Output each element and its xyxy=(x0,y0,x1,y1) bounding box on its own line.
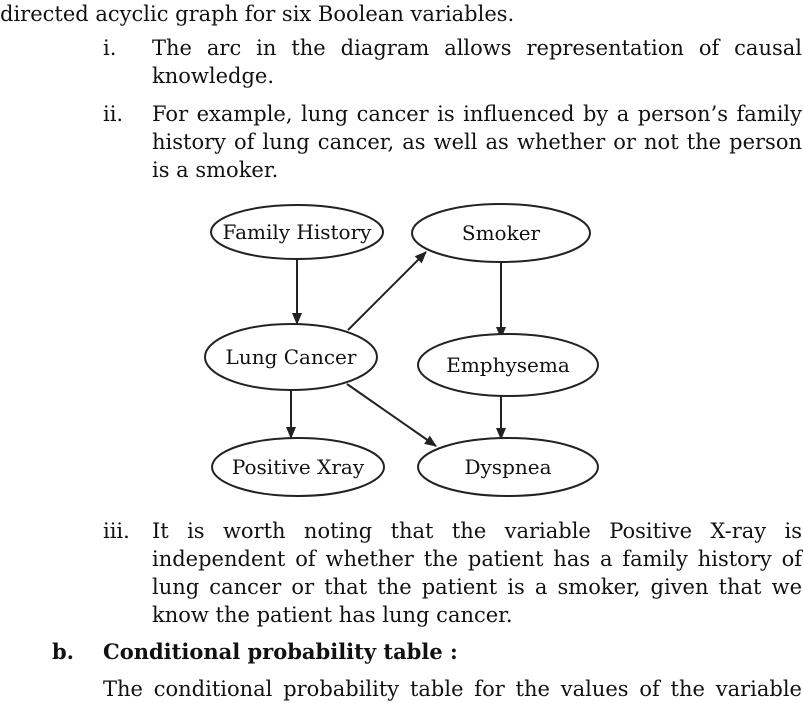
node-emphysema-label: Emphysema xyxy=(446,353,570,377)
node-family-history-label: Family History xyxy=(223,220,373,244)
item-iii-number: iii. xyxy=(103,519,130,543)
edge-lungcancer-smoker xyxy=(347,251,427,331)
node-family-history: Family History xyxy=(210,204,384,260)
section-b-label: b. xyxy=(52,639,74,664)
node-smoker: Smoker xyxy=(411,203,591,263)
section-b-title: Conditional probability table : xyxy=(103,639,458,664)
item-iii-text: It is worth noting that the variable Pos… xyxy=(152,519,802,627)
node-positive-xray: Positive Xray xyxy=(211,437,385,497)
node-lung-cancer-label: Lung Cancer xyxy=(226,345,357,369)
node-lung-cancer: Lung Cancer xyxy=(204,323,378,391)
section-b-text: The conditional probability table for th… xyxy=(103,677,802,701)
edge-lungcancer-dyspnea xyxy=(346,383,437,447)
node-dyspnea: Dyspnea xyxy=(417,437,599,497)
node-dyspnea-label: Dyspnea xyxy=(464,455,551,479)
node-positive-xray-label: Positive Xray xyxy=(232,455,365,479)
node-smoker-label: Smoker xyxy=(462,221,541,245)
node-emphysema: Emphysema xyxy=(417,333,599,397)
